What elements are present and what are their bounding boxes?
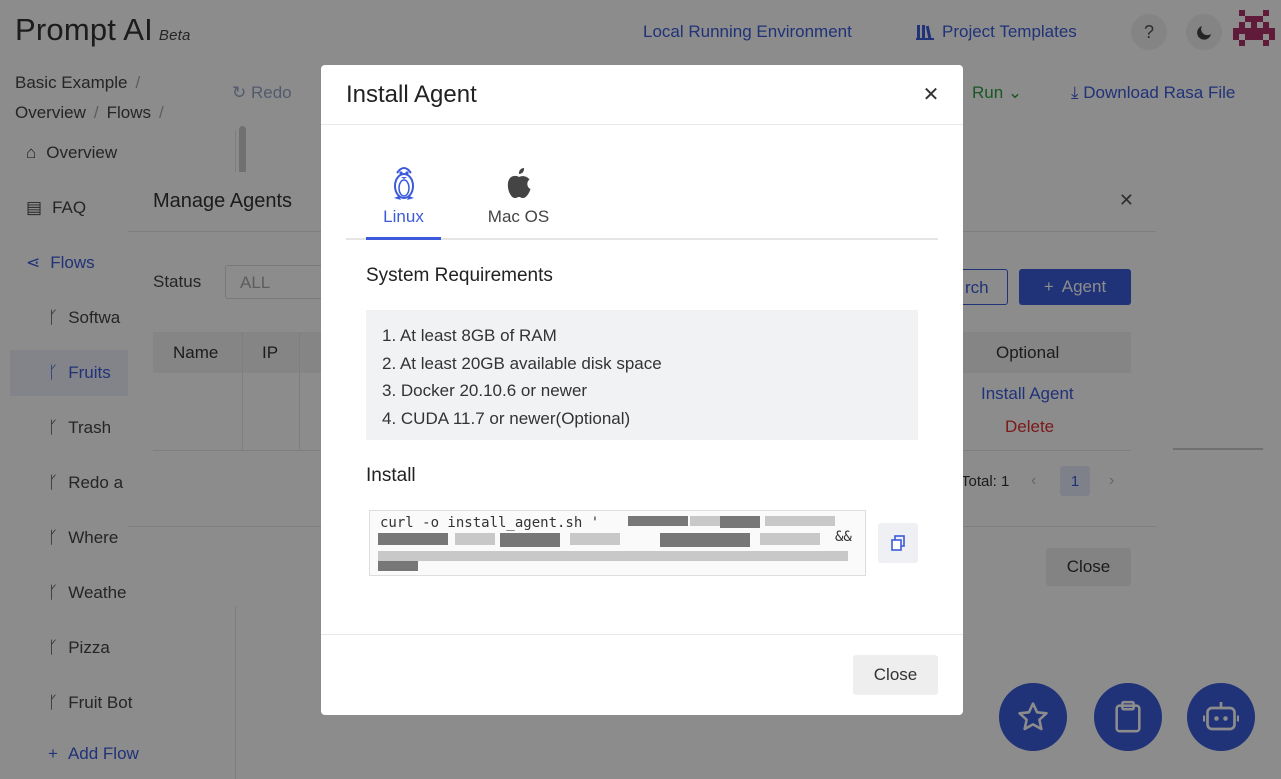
tab-label: Linux [383, 207, 424, 226]
redaction [570, 533, 620, 545]
system-requirements-title: System Requirements [366, 265, 553, 286]
linux-icon [393, 167, 414, 200]
redaction [500, 533, 560, 547]
copy-button[interactable] [878, 523, 918, 563]
requirements-list: 1. At least 8GB of RAM 2. At least 20GB … [366, 310, 918, 440]
install-agent-modal: Install Agent ✕ Linux Mac OS System Requ… [321, 65, 963, 715]
redaction [765, 516, 835, 526]
modal-header: Install Agent ✕ [321, 65, 963, 125]
close-button[interactable]: Close [853, 655, 938, 695]
apple-icon [507, 168, 530, 198]
install-command-tail: && [835, 529, 852, 545]
list-item: 2. At least 20GB available disk space [382, 353, 662, 373]
list-item: 1. At least 8GB of RAM [382, 326, 557, 345]
tab-linux[interactable]: Linux [366, 165, 441, 240]
redaction [628, 516, 688, 526]
redaction [660, 533, 750, 547]
list-item: 3. Docker 20.10.6 or newer [382, 381, 588, 400]
redaction [720, 516, 760, 528]
redaction [455, 533, 495, 545]
install-command-box[interactable]: curl -o install_agent.sh ' && [369, 510, 866, 576]
redaction [378, 561, 418, 571]
active-tab-indicator [366, 237, 441, 240]
list-item: 4. CUDA 11.7 or newer(Optional) [382, 408, 631, 428]
redaction [690, 516, 720, 526]
tab-label: Mac OS [487, 207, 550, 226]
redaction [378, 533, 448, 545]
close-icon[interactable]: ✕ [920, 83, 942, 106]
copy-icon [891, 535, 905, 551]
install-title: Install [366, 465, 416, 486]
divider [321, 634, 963, 635]
tab-macos[interactable]: Mac OS [486, 165, 551, 240]
install-agent-title: Install Agent [346, 81, 477, 108]
redaction [378, 551, 848, 561]
redaction [760, 533, 820, 545]
os-tabs: Linux Mac OS [346, 165, 938, 240]
